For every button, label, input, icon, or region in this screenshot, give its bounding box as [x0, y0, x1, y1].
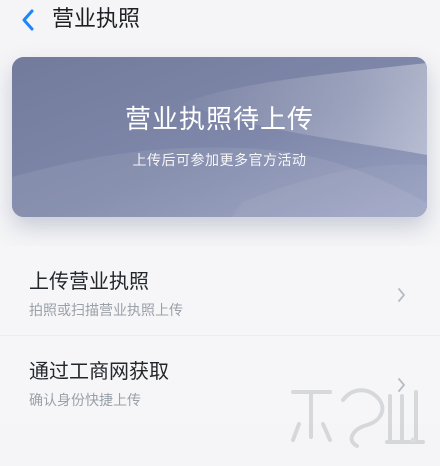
business-network-description: 确认身份快捷上传	[29, 393, 141, 409]
license-status-subtitle: 上传后可参加更多官方活动	[132, 153, 307, 169]
license-status-title: 营业执照待上传	[124, 105, 314, 135]
watermark-graphic	[285, 382, 430, 452]
top-navigation-bar: 营业执照	[0, 0, 440, 40]
page-title: 营业执照	[52, 7, 141, 32]
chevron-right-icon	[392, 286, 410, 304]
business-network-label: 通过工商网获取	[29, 359, 169, 383]
business-license-page: 营业执照 营业执照待上传 上传后可参加更多官方活动 上传营业执照 拍照或扫描营业…	[0, 0, 440, 466]
chevron-left-icon[interactable]	[16, 7, 42, 33]
license-status-card: 营业执照待上传 上传后可参加更多官方活动	[12, 57, 427, 217]
upload-license-label: 上传营业执照	[29, 269, 149, 293]
upload-license-description: 拍照或扫描营业执照上传	[29, 303, 183, 319]
upload-license-option[interactable]: 上传营业执照 拍照或扫描营业执照上传	[0, 246, 440, 324]
